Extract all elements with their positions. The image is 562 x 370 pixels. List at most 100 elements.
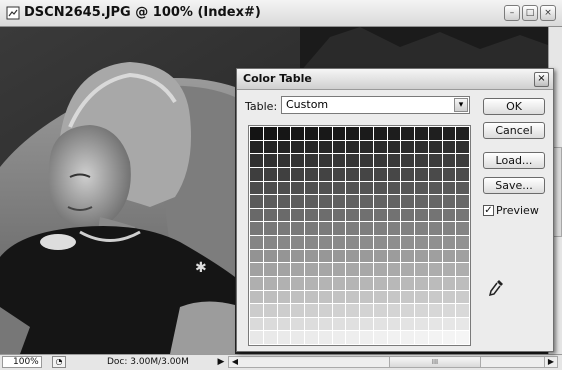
color-swatch[interactable]: [291, 290, 304, 304]
color-swatch[interactable]: [346, 290, 359, 304]
color-swatch[interactable]: [291, 167, 304, 181]
color-swatch[interactable]: [428, 222, 442, 235]
color-swatch[interactable]: [387, 276, 401, 290]
color-swatch[interactable]: [442, 167, 456, 181]
color-swatch[interactable]: [305, 317, 318, 331]
color-swatch[interactable]: [291, 249, 304, 263]
color-swatch[interactable]: [305, 140, 318, 154]
color-swatch[interactable]: [415, 331, 428, 344]
color-swatch[interactable]: [360, 263, 373, 276]
color-swatch[interactable]: [360, 304, 373, 317]
color-swatch[interactable]: [415, 249, 428, 263]
color-swatch[interactable]: [387, 304, 401, 317]
color-swatch[interactable]: [428, 208, 442, 222]
cancel-button[interactable]: Cancel: [483, 122, 545, 139]
color-swatch[interactable]: [360, 208, 373, 222]
color-swatch[interactable]: [373, 154, 387, 167]
color-swatch[interactable]: [318, 154, 332, 167]
color-swatch[interactable]: [332, 222, 346, 235]
color-swatch[interactable]: [401, 167, 414, 181]
color-swatch[interactable]: [456, 236, 469, 249]
color-swatch[interactable]: [346, 127, 359, 140]
color-swatch[interactable]: [387, 127, 401, 140]
dialog-titlebar[interactable]: Color Table ×: [237, 69, 553, 90]
color-swatch[interactable]: [456, 304, 469, 317]
ok-button[interactable]: OK: [483, 98, 545, 115]
color-swatch[interactable]: [401, 276, 414, 290]
color-swatch[interactable]: [263, 276, 277, 290]
color-swatch[interactable]: [250, 304, 263, 317]
color-swatch[interactable]: [456, 127, 469, 140]
color-swatch[interactable]: [346, 195, 359, 208]
minimize-button[interactable]: –: [504, 5, 520, 21]
color-swatch[interactable]: [346, 181, 359, 195]
color-swatch[interactable]: [373, 317, 387, 331]
color-swatch[interactable]: [360, 181, 373, 195]
color-swatch[interactable]: [318, 249, 332, 263]
color-swatch[interactable]: [318, 208, 332, 222]
color-swatch[interactable]: [250, 127, 263, 140]
scroll-right-arrow[interactable]: ▶: [544, 357, 557, 367]
color-swatch[interactable]: [332, 154, 346, 167]
color-swatch[interactable]: [318, 276, 332, 290]
color-swatch[interactable]: [360, 317, 373, 331]
color-swatch[interactable]: [318, 127, 332, 140]
color-swatch[interactable]: [250, 167, 263, 181]
color-swatch[interactable]: [442, 304, 456, 317]
color-swatch[interactable]: [318, 181, 332, 195]
color-swatch[interactable]: [360, 127, 373, 140]
color-swatch[interactable]: [401, 127, 414, 140]
color-swatch[interactable]: [415, 263, 428, 276]
eyedropper-icon[interactable]: [488, 279, 504, 297]
color-swatch[interactable]: [346, 140, 359, 154]
color-swatch[interactable]: [250, 249, 263, 263]
color-swatch[interactable]: [401, 236, 414, 249]
color-swatch[interactable]: [277, 167, 291, 181]
color-swatch[interactable]: [277, 317, 291, 331]
color-swatch[interactable]: [415, 127, 428, 140]
color-swatch[interactable]: [415, 317, 428, 331]
color-swatch[interactable]: [318, 263, 332, 276]
color-swatch[interactable]: [318, 167, 332, 181]
color-swatch[interactable]: [277, 276, 291, 290]
color-swatch[interactable]: [415, 276, 428, 290]
color-swatch[interactable]: [456, 154, 469, 167]
color-swatch[interactable]: [442, 249, 456, 263]
color-swatch[interactable]: [291, 331, 304, 344]
color-swatch[interactable]: [305, 290, 318, 304]
color-swatch[interactable]: [305, 236, 318, 249]
color-swatch[interactable]: [456, 317, 469, 331]
color-swatch[interactable]: [277, 181, 291, 195]
color-swatch[interactable]: [346, 276, 359, 290]
color-swatch[interactable]: [401, 331, 414, 344]
color-swatch[interactable]: [428, 127, 442, 140]
color-swatch[interactable]: [401, 249, 414, 263]
color-swatch[interactable]: [277, 263, 291, 276]
color-swatch[interactable]: [373, 181, 387, 195]
color-swatch[interactable]: [373, 249, 387, 263]
color-swatch[interactable]: [305, 195, 318, 208]
color-swatch[interactable]: [263, 331, 277, 344]
color-swatch[interactable]: [428, 263, 442, 276]
color-swatch[interactable]: [428, 181, 442, 195]
color-swatch[interactable]: [318, 222, 332, 235]
color-swatch[interactable]: [318, 290, 332, 304]
color-swatch[interactable]: [428, 195, 442, 208]
color-swatch[interactable]: [346, 249, 359, 263]
color-swatch[interactable]: [428, 276, 442, 290]
color-swatch[interactable]: [428, 331, 442, 344]
color-swatch[interactable]: [250, 263, 263, 276]
color-swatch[interactable]: [305, 263, 318, 276]
color-swatch[interactable]: [456, 222, 469, 235]
horizontal-scrollbar[interactable]: ◀ III ▶: [228, 356, 558, 368]
color-swatch[interactable]: [305, 331, 318, 344]
color-swatch[interactable]: [291, 317, 304, 331]
color-swatch[interactable]: [442, 317, 456, 331]
color-swatch[interactable]: [277, 127, 291, 140]
color-swatch[interactable]: [250, 236, 263, 249]
color-swatch[interactable]: [346, 331, 359, 344]
color-swatch[interactable]: [263, 195, 277, 208]
color-swatch[interactable]: [442, 154, 456, 167]
color-swatch[interactable]: [387, 290, 401, 304]
color-swatch[interactable]: [346, 154, 359, 167]
